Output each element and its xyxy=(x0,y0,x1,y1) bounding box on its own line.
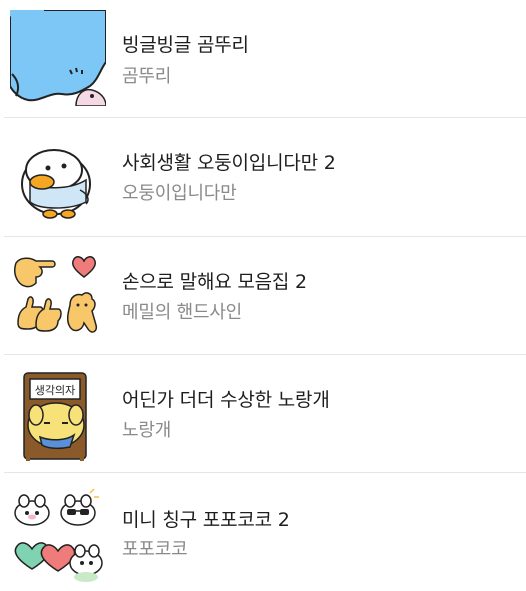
sticker-title: 미니 칭구 포포코코 2 xyxy=(122,509,290,531)
sticker-item-hand-signs[interactable]: 손으로 말해요 모음집 2 메밀의 핸드사인 xyxy=(0,237,526,355)
sticker-item-yellow-dog[interactable]: 생각의자 어딘가 더더 수상한 노랑개 노랑개 xyxy=(0,355,526,473)
sticker-title: 손으로 말해요 모음집 2 xyxy=(122,271,307,293)
yellow-dog-sticker-icon: 생각의자 xyxy=(10,367,106,463)
hand-signs-sticker-icon xyxy=(10,249,106,345)
chair-sign-text: 생각의자 xyxy=(35,384,75,397)
sticker-creator: 노랑개 xyxy=(122,420,172,441)
white-duck-sticker-icon xyxy=(10,130,106,226)
sticker-item-bingle-gomddori[interactable]: 빙글빙글 곰뚜리 곰뚜리 xyxy=(0,0,526,118)
mini-friends-sticker-icon xyxy=(10,487,106,583)
sticker-creator: 메밀의 핸드사인 xyxy=(122,302,243,323)
sticker-creator: 곰뚜리 xyxy=(122,66,172,87)
sticker-title: 빙글빙글 곰뚜리 xyxy=(122,34,249,56)
sticker-title: 어딘가 더더 수상한 노랑개 xyxy=(122,389,330,411)
sticker-creator: 포포코코 xyxy=(122,539,188,560)
sticker-title: 사회생활 오둥이입니다만 2 xyxy=(122,152,336,174)
sticker-creator: 오둥이입니다만 xyxy=(122,183,237,204)
blue-bear-sticker-icon xyxy=(10,10,106,106)
sticker-item-odungi[interactable]: 사회생활 오둥이입니다만 2 오둥이입니다만 xyxy=(0,118,526,236)
sticker-item-mini-friends[interactable]: 미니 칭구 포포코코 2 포포코코 xyxy=(0,473,526,591)
